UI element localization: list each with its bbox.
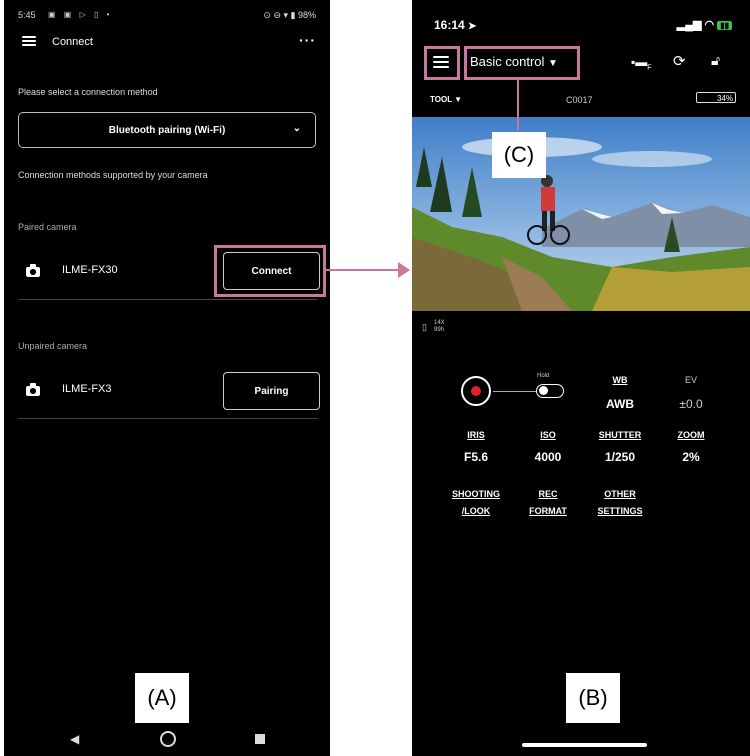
rec-format-button[interactable]: REC FORMAT bbox=[518, 486, 578, 520]
callout-line bbox=[517, 80, 519, 130]
phone-b-screen: 16:14 ➤ ▂▄▆ ◠ ▮▮ Basic control ▼ ▪▬F ⟳ 🔓… bbox=[412, 0, 750, 756]
status-icons: ▂▄▆ ◠ ▮▮ bbox=[677, 18, 732, 31]
nav-back-icon[interactable]: ◀ bbox=[70, 732, 79, 746]
camera-icon bbox=[26, 264, 40, 277]
connection-prompt: Please select a connection method bbox=[18, 87, 158, 97]
arrow-head-icon bbox=[398, 262, 410, 278]
ev-label: EV bbox=[684, 375, 697, 385]
more-icon[interactable]: ··· bbox=[299, 32, 316, 48]
unlock-icon[interactable]: 🔓︎ bbox=[711, 52, 720, 69]
live-view[interactable] bbox=[412, 117, 750, 311]
phone-a-screen: 5:45 ▣ ▣ ▷ ▯ • ⊙ ⊖ ▾ ▮ 98% Connect ··· P… bbox=[4, 0, 330, 756]
record-dot bbox=[471, 386, 481, 396]
status-battery-area: ⊙ ⊖ ▾ ▮ 98% bbox=[263, 10, 316, 21]
clip-name: C0017 bbox=[566, 95, 593, 105]
pairing-button[interactable]: Pairing bbox=[223, 372, 320, 410]
status-time: 5:45 bbox=[18, 10, 36, 20]
wb-value[interactable]: AWB bbox=[590, 397, 650, 411]
iso-label[interactable]: ISO bbox=[518, 430, 578, 440]
notification-icons: ▣ ▣ ▷ ▯ • bbox=[48, 10, 113, 19]
unpaired-heading: Unpaired camera bbox=[18, 341, 88, 351]
paired-camera-name: ILME-FX30 bbox=[62, 264, 118, 276]
record-button[interactable] bbox=[461, 376, 491, 406]
zoom-value[interactable]: 2% bbox=[661, 450, 721, 464]
header-title: Connect bbox=[52, 36, 93, 48]
wb-label[interactable]: WB bbox=[590, 375, 650, 385]
unpaired-camera-name: ILME-FX3 bbox=[62, 383, 112, 395]
shooting-look-button[interactable]: SHOOTING/LOOK bbox=[446, 486, 506, 520]
shutter-label[interactable]: SHUTTER bbox=[590, 430, 650, 440]
paired-heading: Paired camera bbox=[18, 222, 77, 232]
nav-recents-icon[interactable] bbox=[255, 734, 265, 744]
status-icons: ⊙ ⊖ ▾ ▮ bbox=[263, 10, 298, 20]
hold-label: Hold bbox=[537, 373, 550, 379]
status-battery: 98% bbox=[297, 10, 316, 20]
callout-c: (C) bbox=[492, 132, 546, 178]
ev-value: ±0.0 bbox=[679, 397, 703, 411]
media-icon: ▯ bbox=[422, 322, 427, 332]
live-view-image bbox=[412, 117, 750, 311]
divider bbox=[18, 299, 318, 300]
connection-method-value: Bluetooth pairing (Wi-Fi) bbox=[108, 124, 226, 136]
battery-indicator: 34% bbox=[696, 92, 736, 103]
toggle-knob bbox=[539, 386, 548, 395]
shutter-value[interactable]: 1/250 bbox=[590, 450, 650, 464]
supported-methods-link[interactable]: Connection methods supported by your cam… bbox=[18, 170, 208, 180]
media-remaining: 14X 99h bbox=[434, 320, 445, 333]
highlight-menu bbox=[424, 46, 460, 80]
iris-label[interactable]: IRIS bbox=[446, 430, 506, 440]
connector-line bbox=[493, 391, 537, 392]
tool-dropdown[interactable]: TOOL ▼ bbox=[430, 95, 462, 104]
menu-icon[interactable] bbox=[22, 36, 36, 46]
connection-method-select[interactable]: Bluetooth pairing (Wi-Fi) ⌄ bbox=[18, 112, 316, 148]
camera-icon bbox=[26, 383, 40, 396]
other-settings-button[interactable]: OTHER SETTINGS bbox=[590, 486, 650, 520]
home-indicator[interactable] bbox=[522, 743, 647, 747]
status-time: 16:14 ➤ bbox=[434, 18, 477, 32]
callout-b: (B) bbox=[566, 673, 620, 723]
chevron-down-icon: ⌄ bbox=[292, 123, 301, 134]
divider bbox=[18, 418, 318, 419]
hold-toggle[interactable] bbox=[536, 384, 564, 398]
iso-value[interactable]: 4000 bbox=[518, 450, 578, 464]
callout-a: (A) bbox=[135, 673, 189, 723]
focus-icon[interactable]: ▪▬F bbox=[631, 55, 652, 71]
iris-value[interactable]: F5.6 bbox=[446, 450, 506, 464]
highlight-connect bbox=[214, 245, 326, 297]
arrow-line bbox=[326, 269, 402, 271]
nav-home-icon[interactable] bbox=[160, 731, 176, 747]
highlight-mode bbox=[464, 46, 580, 80]
zoom-label[interactable]: ZOOM bbox=[661, 430, 721, 440]
rotate-icon[interactable]: ⟳ bbox=[673, 52, 686, 70]
